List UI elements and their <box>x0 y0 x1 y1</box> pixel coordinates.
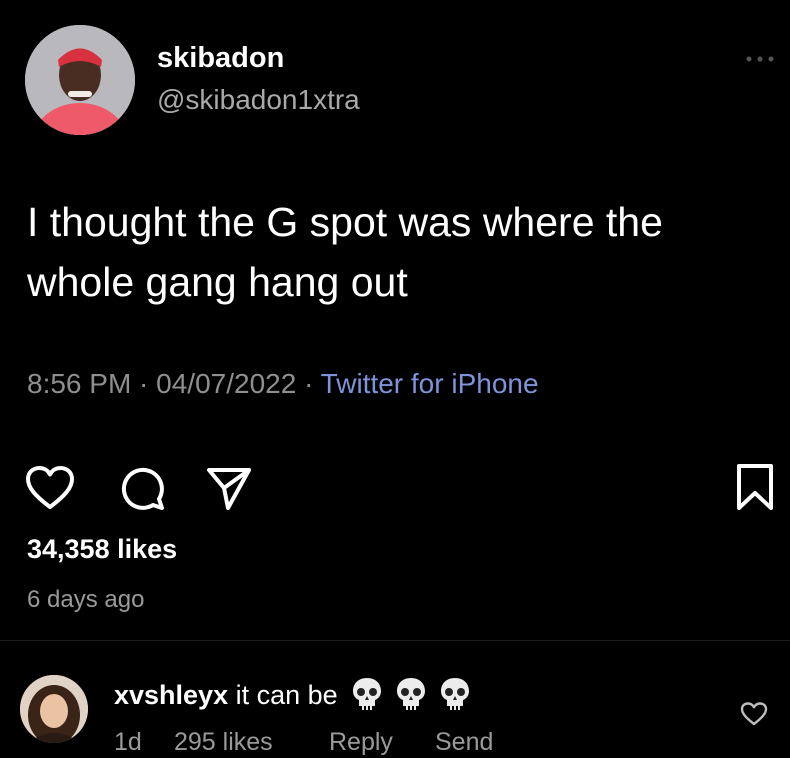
comment-icon[interactable] <box>118 464 166 512</box>
send-button[interactable]: Send <box>435 728 493 757</box>
commenter-avatar-image <box>20 675 88 743</box>
paper-plane-icon[interactable] <box>205 464 253 512</box>
author-display-name[interactable]: skibadon <box>157 42 284 75</box>
comment-time: 1d <box>114 728 142 756</box>
bookmark-icon[interactable] <box>735 462 775 512</box>
heart-icon[interactable] <box>25 465 75 511</box>
divider <box>0 640 790 641</box>
commenter-avatar[interactable] <box>20 675 88 743</box>
comment-likes[interactable]: 295 likes <box>174 728 329 757</box>
skull-icon <box>441 678 470 710</box>
post-meta: 8:56 PM · 04/07/2022 · Twitter for iPhon… <box>27 368 539 400</box>
comment-text: it can be <box>228 680 346 710</box>
reply-button[interactable]: Reply <box>329 728 435 757</box>
comment-meta: 1d 295 likes Reply Send <box>114 728 493 757</box>
skull-icon <box>353 678 382 710</box>
comment-emojis <box>351 676 483 719</box>
author-avatar[interactable] <box>25 25 135 135</box>
post-text: I thought the G spot was where the whole… <box>27 199 663 305</box>
skull-icon <box>397 678 426 710</box>
more-dots-icon[interactable] <box>743 50 777 68</box>
commenter-username[interactable]: xvshleyx <box>114 680 228 710</box>
author-handle[interactable]: @skibadon1xtra <box>157 84 360 116</box>
likes-count[interactable]: 34,358 likes <box>27 534 177 565</box>
post-age: 6 days ago <box>27 586 145 613</box>
author-avatar-image <box>25 25 135 135</box>
post-timestamp: 8:56 PM · 04/07/2022 · <box>27 368 321 399</box>
instagram-post-screenshot: skibadon @skibadon1xtra I thought the G … <box>0 0 790 758</box>
comment-line: xvshleyx it can be <box>114 676 483 719</box>
comment-heart-icon[interactable] <box>740 701 768 727</box>
post-source-link[interactable]: Twitter for iPhone <box>321 368 539 399</box>
